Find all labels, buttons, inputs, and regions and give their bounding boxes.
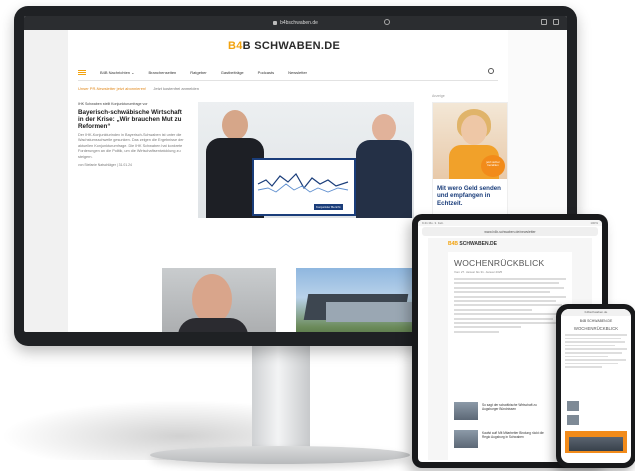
nav-divider xyxy=(78,80,498,81)
monitor-stand-base xyxy=(150,446,410,464)
phone-item-thumbnail[interactable] xyxy=(567,415,579,425)
address-bar[interactable]: b4bschwaben.de xyxy=(273,20,318,26)
browser-toolbar: b4bschwaben.de xyxy=(24,16,567,30)
share-icon[interactable] xyxy=(541,19,547,25)
address-text: b4bschwaben.de xyxy=(280,20,318,26)
item-thumbnail xyxy=(454,402,478,420)
newsletter-logo: B4B SCHWABEN.DE xyxy=(448,241,497,247)
monitor-stand xyxy=(252,340,310,452)
nav-item-newsletter[interactable]: Newsletter xyxy=(288,70,307,75)
promo-bar: Unser PR-Newsletter jetzt abonnieren! Je… xyxy=(78,86,199,91)
phone-newsletter-title: WOCHENRÜCKBLICK xyxy=(573,326,619,331)
status-battery: 100% xyxy=(590,221,598,225)
nav-item-ratgeber[interactable]: Ratgeber xyxy=(190,70,206,75)
newsletter-body xyxy=(454,278,566,335)
logo-part: B SCHWABEN.DE xyxy=(242,40,341,52)
status-time: 9:41 Mo. 3. Feb. xyxy=(422,221,444,225)
ad-text: Mit wero Geld senden und empfangen in Ec… xyxy=(437,185,501,207)
main-nav: B4B Nachrichten ⌄ Branchenseiten Ratgebe… xyxy=(78,66,498,78)
phone-promo-photo xyxy=(569,437,623,451)
product-mockup: b4bschwaben.de B4B SCHWABEN.DE B4B Nachr… xyxy=(0,0,635,471)
tablet-status-bar: 9:41 Mo. 3. Feb. 100% xyxy=(418,220,602,226)
article-kicker: IHK Schwaben stellt Konjunkturumfrage vo… xyxy=(78,102,148,106)
ad-photo: jetzt sicher bezahlen xyxy=(433,103,507,179)
article-teaser: Der IHK-Konjunkturindex in Bayerisch-Sch… xyxy=(78,132,184,159)
newsletter-item[interactable]: So sagt der schwäbische Wirtschaft zu Au… xyxy=(454,402,544,422)
chart-sign: Konjunktur Bericht xyxy=(252,158,356,216)
nav-item-gastbeitraege[interactable]: Gastbeiträge xyxy=(221,70,244,75)
phone-address-bar[interactable]: b4bschwaben.de xyxy=(561,309,631,316)
person-right xyxy=(356,114,412,218)
search-icon[interactable] xyxy=(488,68,494,74)
ad-badge: jetzt sicher bezahlen xyxy=(481,155,505,177)
item-text: So sagt der schwäbische Wirtschaft zu Au… xyxy=(482,403,537,411)
tabs-icon[interactable] xyxy=(553,19,559,25)
tablet-address-bar[interactable]: www.b4b-schwaben.de/newsletter xyxy=(422,227,598,236)
ad-label: Anzeige xyxy=(432,94,445,98)
phone-promo-banner[interactable] xyxy=(565,431,627,453)
sign-caption: Konjunktur Bericht xyxy=(314,204,343,210)
article-headline[interactable]: Bayerisch-schwäbische Wirtschaft in der … xyxy=(78,109,186,130)
phone-newsletter-body xyxy=(565,334,627,368)
article-tile-portrait[interactable] xyxy=(162,268,276,332)
lead-article[interactable]: IHK Schwaben stellt Konjunkturumfrage vo… xyxy=(78,102,186,167)
article-meta: von Stefanie Natschläger | 31.01.24 xyxy=(78,163,132,168)
nav-item-podcasts[interactable]: Podcasts xyxy=(258,70,274,75)
lead-article-image[interactable]: Konjunktur Bericht xyxy=(198,102,414,218)
phone-logo: B4B SCHWABEN.DE xyxy=(579,319,613,323)
logo-part: B xyxy=(228,40,237,52)
article-tile-building[interactable] xyxy=(296,268,428,332)
nav-item-branchenseiten[interactable]: Branchenseiten xyxy=(148,70,176,75)
promo-note: Jetzt kostenfrei anmelden xyxy=(153,86,199,91)
phone-device: b4bschwaben.de B4B SCHWABEN.DE WOCHENRÜC… xyxy=(556,304,635,468)
nav-item-nachrichten[interactable]: B4B Nachrichten ⌄ xyxy=(100,70,134,75)
logo-part: SCHWABEN.DE xyxy=(458,241,497,247)
lock-icon xyxy=(273,21,278,25)
item-thumbnail xyxy=(454,430,478,448)
menu-icon[interactable] xyxy=(78,69,86,75)
reload-icon[interactable] xyxy=(384,19,390,25)
tablet-url-text: www.b4b-schwaben.de/newsletter xyxy=(484,229,536,234)
newsletter-date: Vom 27. Januar bis 31. Januar 2025 xyxy=(454,270,503,274)
browser-actions xyxy=(541,19,559,25)
logo-part: B4B xyxy=(448,241,459,247)
site-logo[interactable]: B4B SCHWABEN.DE xyxy=(228,40,340,52)
item-text: Kaufst auf! Mit Mitarbeiter Bindung rück… xyxy=(482,431,544,439)
newsletter-item[interactable]: Kaufst auf! Mit Mitarbeiter Bindung rück… xyxy=(454,430,544,450)
phone-item-thumbnail[interactable] xyxy=(567,401,579,411)
promo-link[interactable]: Unser PR-Newsletter jetzt abonnieren! xyxy=(78,86,146,91)
newsletter-card: WOCHENRÜCKBLICK Vom 27. Januar bis 31. J… xyxy=(448,252,572,460)
phone-screen: b4bschwaben.de B4B SCHWABEN.DE WOCHENRÜC… xyxy=(561,309,631,463)
newsletter-title: WOCHENRÜCKBLICK xyxy=(454,258,545,268)
